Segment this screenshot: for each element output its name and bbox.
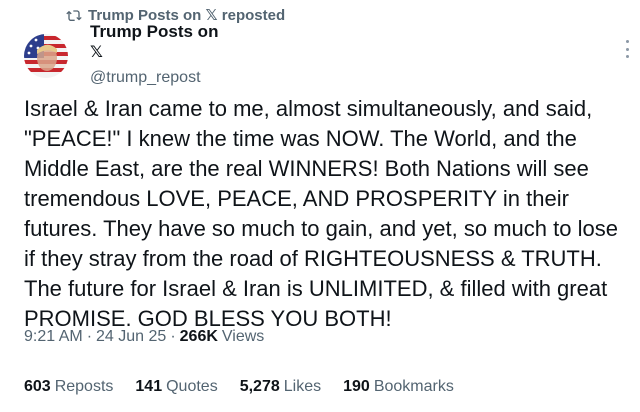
- quotes-count: 141: [135, 378, 163, 395]
- reposts-count: 603: [24, 378, 51, 395]
- bookmarks-label: Bookmarks: [373, 378, 454, 395]
- bookmarks-count: 190: [343, 378, 370, 395]
- bookmarks-stat[interactable]: 190 Bookmarks: [343, 378, 454, 396]
- author-block: Trump Posts on 𝕏 @trump_repost: [90, 21, 218, 88]
- tweet-date[interactable]: 24 Jun 25: [96, 328, 166, 346]
- quotes-label: Quotes: [166, 378, 218, 395]
- repost-icon: [66, 8, 82, 22]
- likes-label: Likes: [283, 378, 322, 395]
- engagement-stats: 603 Reposts 141 Quotes 5,278 Likes 190 Bookm…: [24, 378, 476, 396]
- meta-separator: ·: [170, 328, 176, 345]
- reposts-label: Reposts: [54, 378, 114, 395]
- reposts-stat[interactable]: 603 Reposts: [24, 378, 113, 396]
- author-name[interactable]: Trump Posts on: [90, 21, 218, 42]
- more-options-icon[interactable]: [624, 40, 630, 58]
- meta-separator: ·: [86, 328, 93, 345]
- tweet-text: Israel & Iran came to me, almost simulta…: [24, 96, 625, 331]
- avatar[interactable]: [24, 34, 68, 78]
- views-count[interactable]: 266K: [180, 328, 218, 346]
- x-logo-icon: 𝕏: [90, 44, 103, 61]
- quotes-stat[interactable]: 141 Quotes: [135, 378, 217, 396]
- likes-stat[interactable]: 5,278 Likes: [240, 378, 321, 396]
- likes-count: 5,278: [239, 378, 280, 395]
- views-label: Views: [221, 328, 265, 345]
- tweet-time[interactable]: 9:21 AM: [24, 328, 83, 346]
- tweet-meta: 9:21 AM · 24 Jun 25 · 266K Views: [24, 328, 264, 346]
- author-handle[interactable]: @trump_repost: [90, 67, 218, 88]
